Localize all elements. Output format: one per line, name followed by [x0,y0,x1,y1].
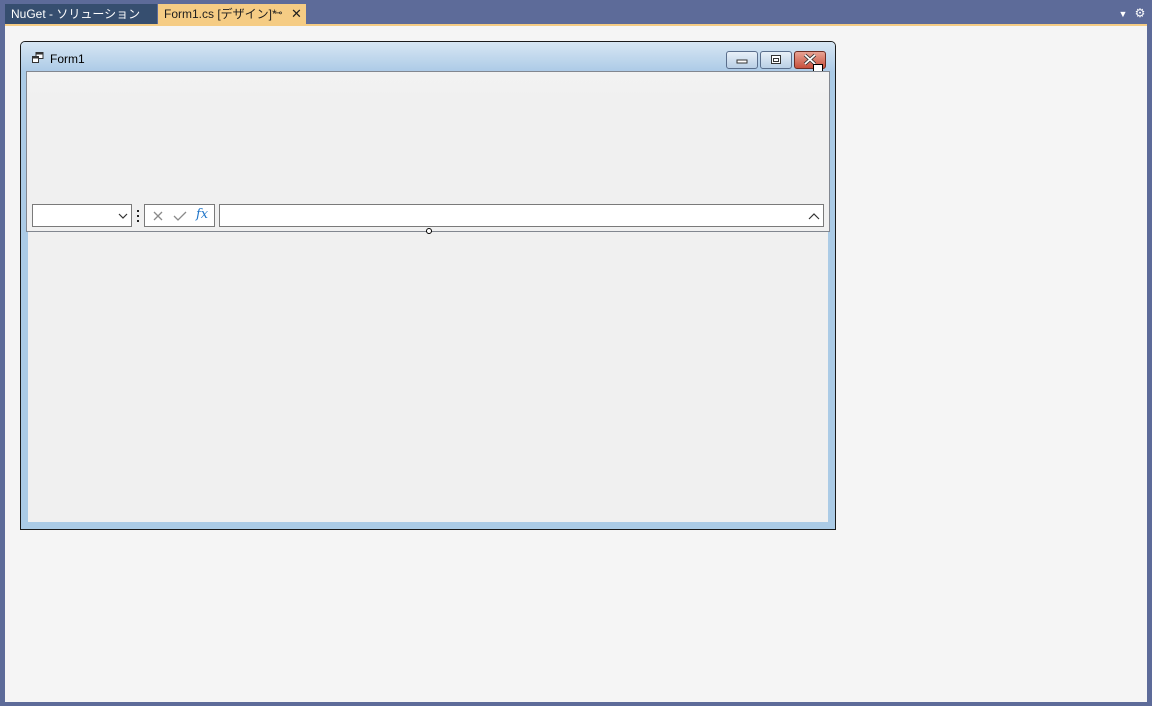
designer-surface[interactable]: Form1 fx [5,26,1147,702]
document-tab-strip: NuGet - ソリューション Form1.cs [デザイン]* ⊸ ✕ ▼ ⚙ [0,0,1152,24]
check-icon[interactable] [172,209,188,223]
chevron-up-icon[interactable] [808,212,820,220]
tab-label: NuGet - ソリューション [11,7,141,21]
formula-bar-control[interactable]: fx [26,71,830,232]
insert-function-button[interactable]: fx [196,207,214,222]
form-client-area[interactable]: fx [26,71,830,522]
form-title: Form1 [50,52,85,66]
tab-nuget-solution[interactable]: NuGet - ソリューション [5,4,157,24]
tab-label: Form1.cs [デザイン]* [164,7,277,21]
chevron-down-icon[interactable] [118,212,128,220]
maximize-button[interactable] [760,51,792,69]
form-icon [32,52,44,63]
form-window[interactable]: Form1 fx [20,41,836,530]
cancel-x-icon[interactable] [150,209,166,223]
minimize-icon [736,59,748,64]
gear-icon[interactable]: ⚙ [1133,6,1147,20]
splitter-grip-icon[interactable] [136,208,140,224]
dropdown-icon[interactable]: ▼ [1117,8,1129,20]
maximize-icon [771,55,781,64]
close-icon[interactable]: ✕ [291,4,302,24]
minimize-button[interactable] [726,51,758,69]
pin-icon[interactable]: ⊸ [274,4,282,24]
name-box-combo[interactable] [32,204,132,227]
form-title-bar[interactable]: Form1 [21,42,835,77]
formula-button-group: fx [144,204,215,227]
formula-input[interactable] [219,204,824,227]
resize-handle[interactable] [426,228,432,234]
tab-form1-designer[interactable]: Form1.cs [デザイン]* ⊸ ✕ [158,4,306,24]
